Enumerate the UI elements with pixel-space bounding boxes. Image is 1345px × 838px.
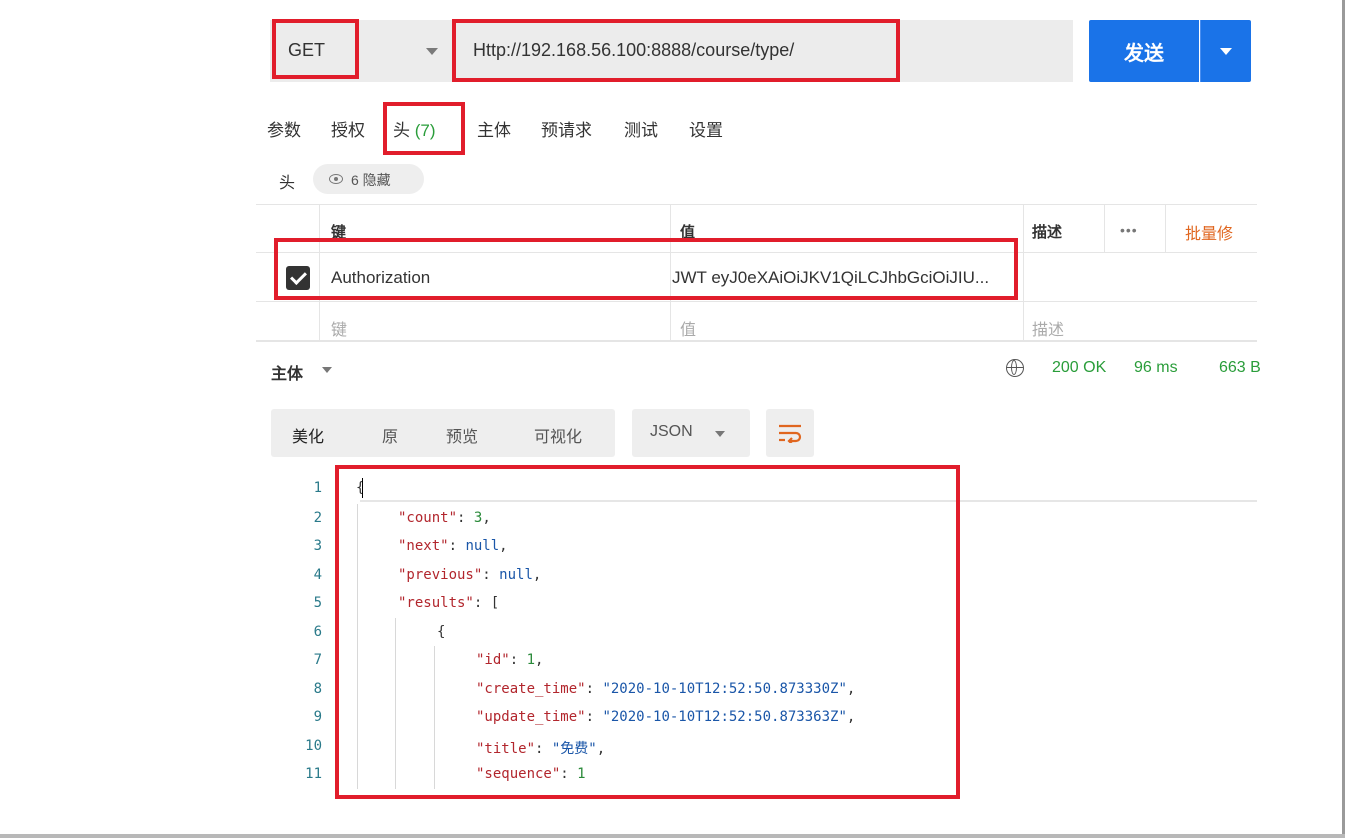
tab-body[interactable]: 主体 <box>477 116 511 141</box>
view-preview-button[interactable]: 预览 <box>446 423 478 447</box>
line-number: 6 <box>313 624 322 640</box>
tab-pre-request[interactable]: 预请求 <box>541 116 592 141</box>
annotation-box-response-json <box>335 465 960 799</box>
tab-tests[interactable]: 测试 <box>624 116 658 141</box>
line-number: 3 <box>313 538 322 554</box>
line-number: 8 <box>313 681 322 697</box>
line-number: 4 <box>313 567 322 583</box>
wrap-lines-button[interactable] <box>766 409 814 457</box>
line-number: 2 <box>313 510 322 526</box>
response-time: 96 ms <box>1134 359 1178 376</box>
new-key-input[interactable]: 键 <box>331 316 347 340</box>
line-number: 9 <box>313 709 322 725</box>
wrap-lines-icon <box>779 424 802 443</box>
line-number: 7 <box>313 652 322 668</box>
chevron-down-icon[interactable] <box>322 367 332 373</box>
response-size: 663 B <box>1219 359 1261 376</box>
hidden-headers-label: 6 隐藏 <box>351 172 391 188</box>
annotation-box-auth-header <box>274 238 1018 300</box>
view-mode-group: 美化 原 预览 可视化 <box>271 409 615 457</box>
bulk-edit-link[interactable]: 批量修 <box>1185 220 1233 244</box>
annotation-box-url <box>452 19 900 82</box>
tab-settings[interactable]: 设置 <box>689 116 723 141</box>
globe-icon[interactable] <box>1006 359 1024 377</box>
line-number: 5 <box>313 595 322 611</box>
format-value: JSON <box>650 423 693 440</box>
line-number: 11 <box>305 766 322 782</box>
tab-auth[interactable]: 授权 <box>331 116 365 141</box>
annotation-box-method <box>272 19 359 79</box>
status-code: 200 OK <box>1052 359 1107 376</box>
annotation-box-headers-tab <box>383 102 465 155</box>
line-number: 1 <box>313 480 322 496</box>
tab-params[interactable]: 参数 <box>267 116 301 141</box>
column-divider <box>1104 204 1105 252</box>
column-divider <box>1023 204 1024 341</box>
line-number: 10 <box>305 738 322 754</box>
column-header-description: 描述 <box>1032 224 1063 241</box>
column-divider <box>1165 204 1166 252</box>
headers-section-label: 头 <box>279 175 296 192</box>
send-options-button[interactable] <box>1200 20 1251 82</box>
new-description-input[interactable]: 描述 <box>1032 316 1064 340</box>
chevron-down-icon <box>426 48 438 55</box>
send-button[interactable]: 发送 <box>1089 20 1199 82</box>
more-options-button[interactable]: ••• <box>1120 222 1138 238</box>
chevron-down-icon <box>1220 48 1232 55</box>
response-body-label[interactable]: 主体 <box>271 360 303 384</box>
window-border-bottom <box>0 834 1345 838</box>
format-select[interactable]: JSON <box>632 409 750 457</box>
send-button-label: 发送 <box>1124 42 1164 65</box>
eye-icon <box>329 174 343 184</box>
view-raw-button[interactable]: 原 <box>382 423 398 447</box>
hidden-headers-toggle[interactable]: 6 隐藏 <box>313 164 424 194</box>
new-value-input[interactable]: 值 <box>680 316 696 340</box>
table-divider <box>256 301 1257 302</box>
view-pretty-button[interactable]: 美化 <box>292 423 324 447</box>
chevron-down-icon <box>715 431 725 437</box>
table-divider <box>256 340 1257 342</box>
table-divider <box>256 204 1257 205</box>
view-visualize-button[interactable]: 可视化 <box>534 423 582 447</box>
